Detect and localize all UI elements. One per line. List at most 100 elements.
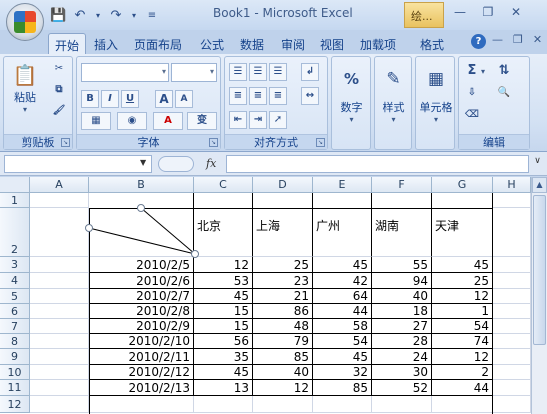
cell[interactable] xyxy=(493,319,531,334)
shape-handle[interactable] xyxy=(85,224,93,232)
cell[interactable] xyxy=(493,334,531,349)
column-header[interactable]: A xyxy=(30,177,89,193)
value-cell[interactable]: 12 xyxy=(194,257,253,273)
value-cell[interactable]: 64 xyxy=(313,289,372,304)
sort-filter-icon[interactable]: ⇅ xyxy=(495,63,513,81)
value-cell[interactable]: 52 xyxy=(372,380,432,396)
restore-icon[interactable]: ❐ xyxy=(480,4,496,20)
column-header[interactable]: B xyxy=(89,177,194,193)
value-cell[interactable]: 79 xyxy=(253,334,313,349)
column-header[interactable]: C xyxy=(194,177,253,193)
value-cell[interactable]: 42 xyxy=(313,273,372,289)
tab-add-ins[interactable]: 加载项 xyxy=(360,33,396,54)
value-cell[interactable]: 1 xyxy=(432,304,493,319)
alignment-launcher-icon[interactable]: ↘ xyxy=(316,138,325,147)
value-cell[interactable]: 74 xyxy=(432,334,493,349)
value-cell[interactable]: 40 xyxy=(253,365,313,380)
value-cell[interactable]: 27 xyxy=(372,319,432,334)
column-header[interactable]: H xyxy=(493,177,531,193)
value-cell[interactable]: 44 xyxy=(432,380,493,396)
tab-format[interactable]: 格式 xyxy=(420,33,444,54)
cells-button[interactable]: ▦ 单元格 ▾ xyxy=(416,65,456,124)
value-cell[interactable]: 94 xyxy=(372,273,432,289)
value-cell[interactable]: 12 xyxy=(253,380,313,396)
table-header-cell[interactable]: 上海 xyxy=(253,193,313,257)
table-header-cell[interactable]: 北京 xyxy=(194,193,253,257)
autosum-icon[interactable]: Σ xyxy=(463,63,481,81)
value-cell[interactable]: 25 xyxy=(253,257,313,273)
font-size-combo[interactable]: ▾ xyxy=(171,63,217,82)
cell[interactable] xyxy=(30,319,89,334)
value-cell[interactable]: 45 xyxy=(432,257,493,273)
value-cell[interactable]: 28 xyxy=(372,334,432,349)
value-cell[interactable]: 58 xyxy=(313,319,372,334)
align-top-icon[interactable]: ☰ xyxy=(229,63,247,81)
diagonal-line-shape[interactable] xyxy=(85,204,201,260)
orientation-icon[interactable]: ➚ xyxy=(269,111,287,129)
row-header[interactable]: 1 xyxy=(0,193,30,208)
table-header-cell[interactable]: 广州 xyxy=(313,193,372,257)
tab-review[interactable]: 审阅 xyxy=(281,33,305,54)
cell[interactable] xyxy=(30,365,89,380)
date-cell[interactable]: 2010/2/12 xyxy=(89,365,194,380)
cell[interactable] xyxy=(30,193,89,208)
align-middle-icon[interactable]: ☰ xyxy=(249,63,267,81)
tab-page-layout[interactable]: 页面布局 xyxy=(134,33,182,54)
underline-icon[interactable]: U xyxy=(121,90,139,108)
value-cell[interactable]: 48 xyxy=(253,319,313,334)
align-bottom-icon[interactable]: ☰ xyxy=(269,63,287,81)
help-icon[interactable]: ? xyxy=(471,34,486,49)
value-cell[interactable]: 45 xyxy=(194,365,253,380)
value-cell[interactable]: 13 xyxy=(194,380,253,396)
paste-button[interactable]: 📋 粘贴 ▾ xyxy=(8,61,42,114)
value-cell[interactable]: 30 xyxy=(372,365,432,380)
cell[interactable] xyxy=(432,396,493,413)
value-cell[interactable]: 85 xyxy=(253,349,313,365)
fill-color-icon[interactable]: ◉ xyxy=(117,112,147,130)
clear-icon[interactable]: ⌫ xyxy=(463,107,481,125)
value-cell[interactable]: 45 xyxy=(313,349,372,365)
tab-insert[interactable]: 插入 xyxy=(94,33,118,54)
column-header[interactable]: D xyxy=(253,177,313,193)
value-cell[interactable]: 15 xyxy=(194,304,253,319)
cell[interactable] xyxy=(30,396,89,413)
cell[interactable] xyxy=(493,208,531,257)
value-cell[interactable]: 15 xyxy=(194,319,253,334)
font-name-combo[interactable]: ▾ xyxy=(81,63,169,82)
cell[interactable] xyxy=(30,349,89,365)
cell[interactable] xyxy=(30,380,89,396)
expand-formula-bar-icon[interactable]: ∨ xyxy=(531,156,544,172)
row-header[interactable]: 12 xyxy=(0,396,30,413)
value-cell[interactable]: 12 xyxy=(432,289,493,304)
minimize-icon[interactable]: — xyxy=(452,4,468,20)
align-right-icon[interactable]: ≡ xyxy=(269,87,287,105)
cell[interactable] xyxy=(30,304,89,319)
cell[interactable] xyxy=(30,289,89,304)
cell[interactable] xyxy=(493,396,531,413)
value-cell[interactable]: 44 xyxy=(313,304,372,319)
column-header[interactable]: F xyxy=(372,177,432,193)
date-cell[interactable]: 2010/2/6 xyxy=(89,273,194,289)
value-cell[interactable]: 21 xyxy=(253,289,313,304)
value-cell[interactable]: 85 xyxy=(313,380,372,396)
value-cell[interactable]: 40 xyxy=(372,289,432,304)
customize-qat-icon[interactable]: ≡ xyxy=(144,8,160,24)
row-header[interactable]: 10 xyxy=(0,365,30,380)
cell[interactable] xyxy=(493,193,531,208)
row-header[interactable]: 9 xyxy=(0,349,30,365)
shape-handle[interactable] xyxy=(137,204,145,212)
cell[interactable] xyxy=(372,396,432,413)
cell[interactable] xyxy=(493,380,531,396)
restore-workbook-icon[interactable]: ❐ xyxy=(513,33,523,46)
cell[interactable] xyxy=(493,289,531,304)
value-cell[interactable]: 55 xyxy=(372,257,432,273)
value-cell[interactable]: 32 xyxy=(313,365,372,380)
undo-icon[interactable]: ↶ xyxy=(72,8,88,24)
font-color-icon[interactable]: A xyxy=(153,112,183,130)
value-cell[interactable]: 35 xyxy=(194,349,253,365)
cell[interactable] xyxy=(253,396,313,413)
value-cell[interactable]: 45 xyxy=(313,257,372,273)
dropdown-icon[interactable]: ▾ xyxy=(94,8,102,24)
dropdown-icon[interactable]: ▾ xyxy=(130,8,138,24)
tab-formulas[interactable]: 公式 xyxy=(200,33,224,54)
